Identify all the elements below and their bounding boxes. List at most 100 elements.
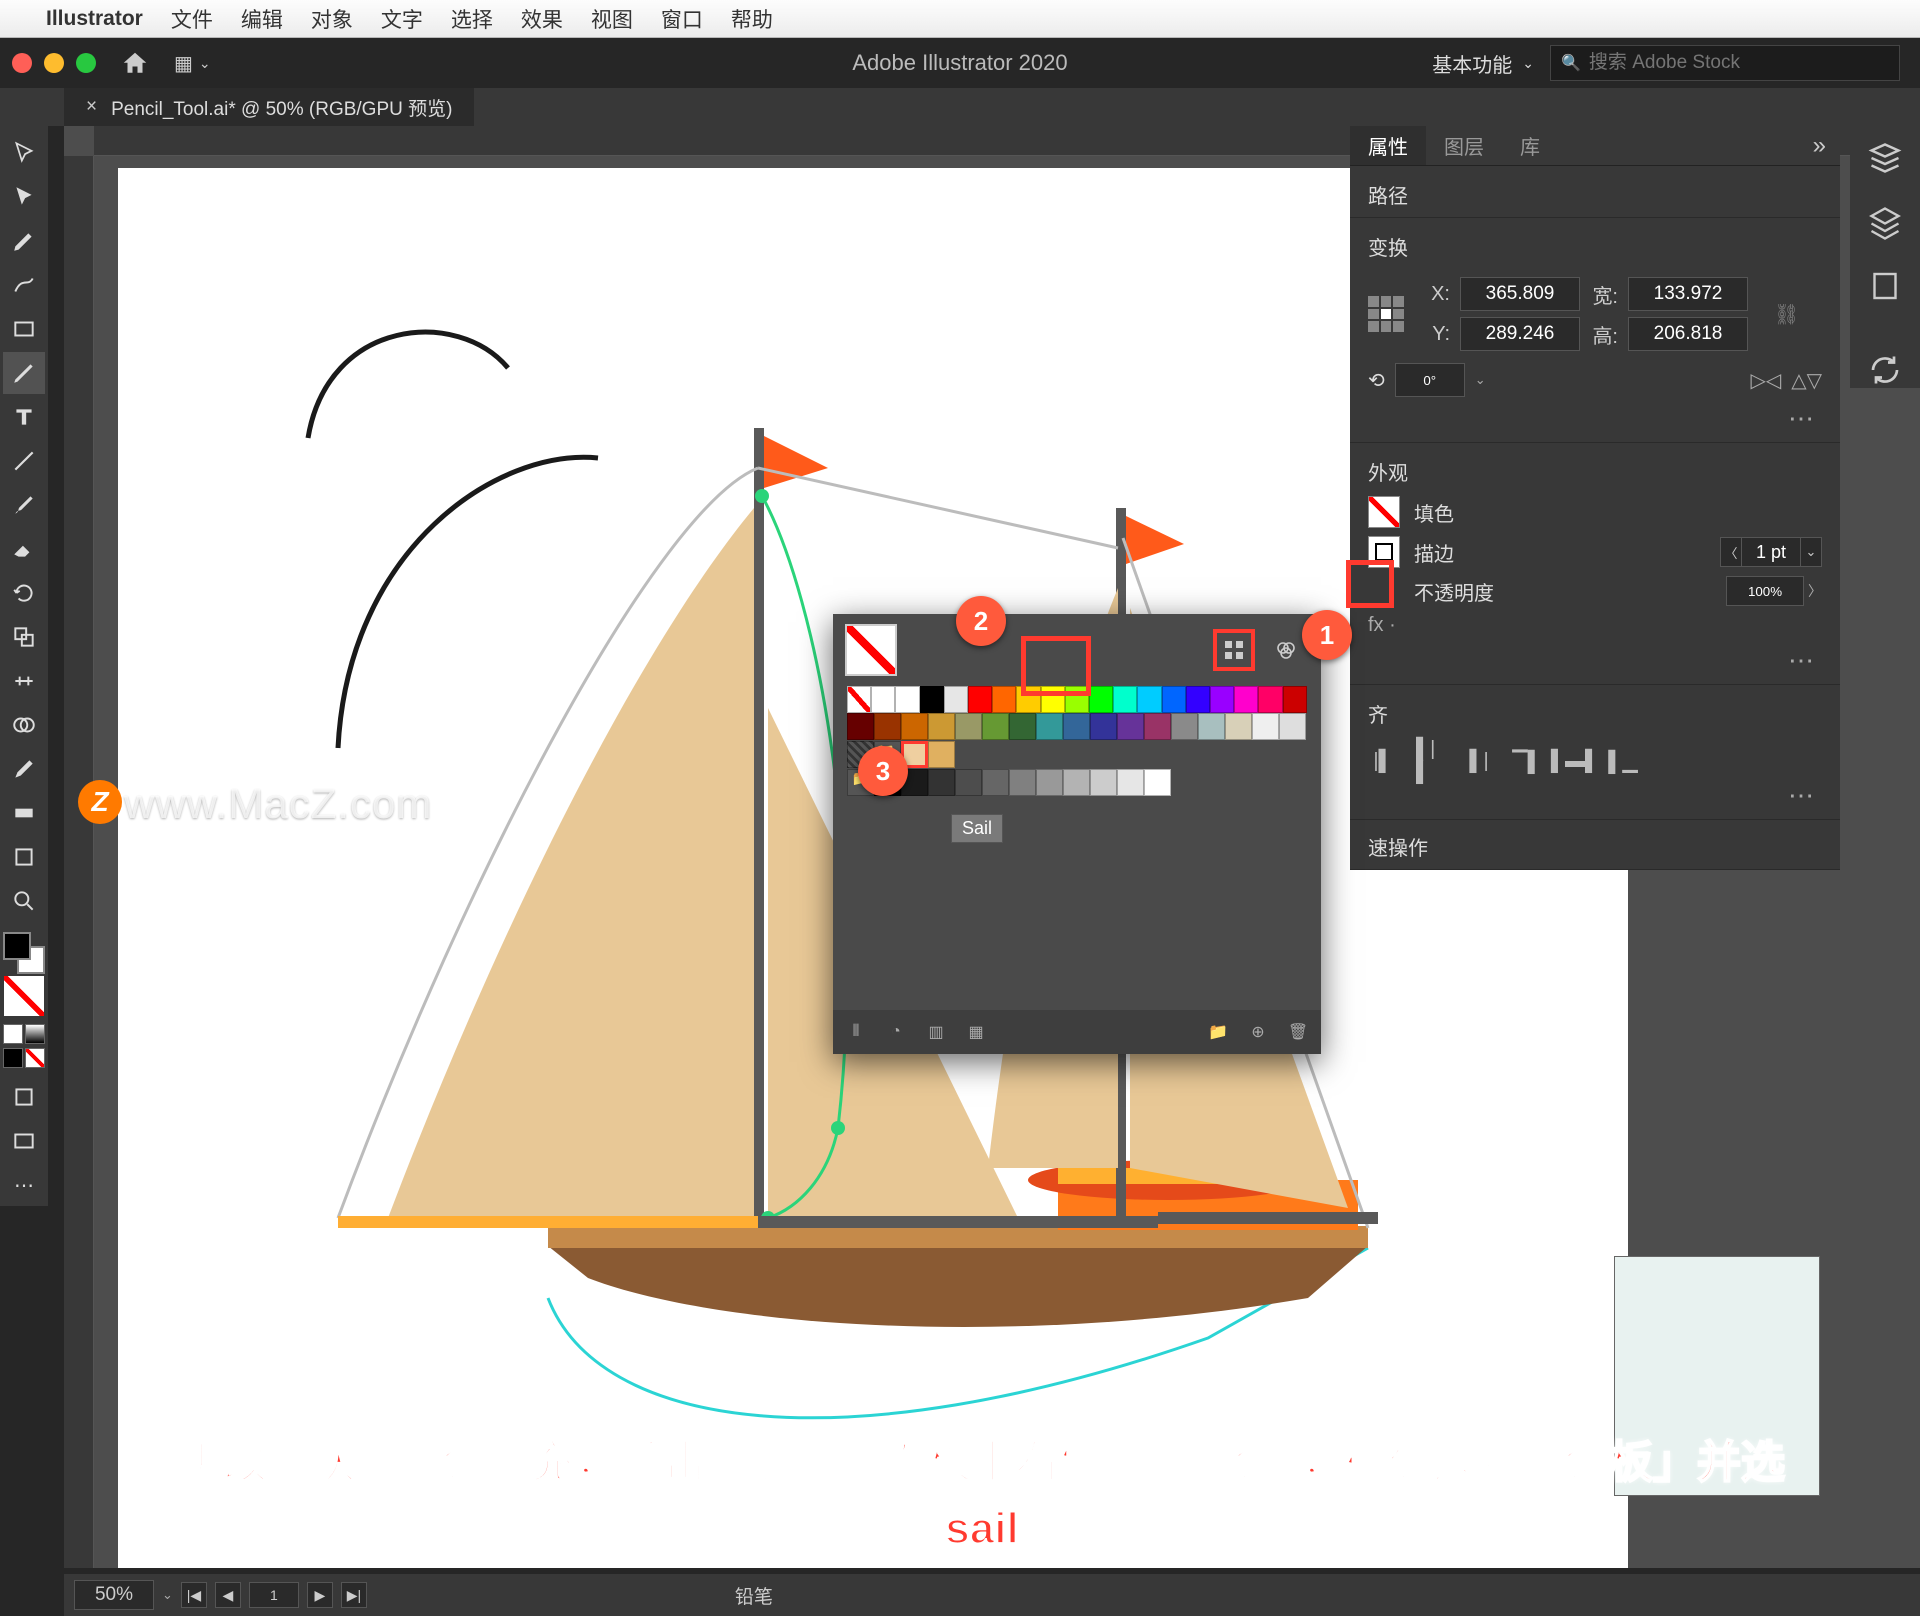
swatch[interactable]: [1009, 713, 1036, 740]
edit-toolbar-button[interactable]: ⋯: [3, 1164, 45, 1206]
workspace-dropdown[interactable]: 基本功能⌄: [1432, 49, 1534, 78]
properties-dock-icon[interactable]: [1867, 140, 1903, 176]
swatch[interactable]: [1279, 713, 1306, 740]
swatch[interactable]: [1113, 686, 1137, 713]
popover-current-fill[interactable]: [847, 626, 895, 674]
y-input[interactable]: [1460, 317, 1580, 351]
document-tab[interactable]: × Pencil_Tool.ai* @ 50% (RGB/GPU 预览): [64, 88, 474, 126]
align-vcenter-icon[interactable]: ▌▬▌: [1560, 746, 1590, 776]
flip-v-icon[interactable]: △▽: [1791, 368, 1822, 393]
swatch[interactable]: [1234, 686, 1258, 713]
arrange-documents-button[interactable]: ▦ ⌄: [174, 51, 211, 76]
swatch-libraries-icon[interactable]: ⫴: [843, 1019, 869, 1045]
gradient-tool[interactable]: [3, 792, 45, 834]
shape-builder-tool[interactable]: [3, 704, 45, 746]
layers-dock-icon[interactable]: [1867, 204, 1903, 240]
first-artboard-button[interactable]: |◀: [181, 1582, 207, 1608]
swatch-gray[interactable]: [1009, 769, 1036, 796]
transform-more-icon[interactable]: ⋯: [1368, 403, 1822, 434]
menu-effect[interactable]: 效果: [521, 4, 563, 34]
align-right-icon[interactable]: ▌|: [1464, 746, 1494, 776]
swatch-registration[interactable]: [871, 686, 895, 713]
tab-properties[interactable]: 属性: [1350, 126, 1426, 165]
home-icon[interactable]: [120, 49, 150, 77]
x-input[interactable]: [1460, 277, 1580, 311]
eyedropper-tool[interactable]: [3, 748, 45, 790]
rectangle-tool[interactable]: [3, 308, 45, 350]
artboard-tool[interactable]: [3, 836, 45, 878]
menu-help[interactable]: 帮助: [731, 4, 773, 34]
swatch[interactable]: [874, 713, 901, 740]
swatch[interactable]: [1117, 713, 1144, 740]
swatch-new-group-icon[interactable]: 📁: [1205, 1019, 1231, 1045]
swatch[interactable]: [1162, 686, 1186, 713]
swatch-gray[interactable]: [1063, 769, 1090, 796]
type-tool[interactable]: [3, 396, 45, 438]
color-mixer-button[interactable]: [1265, 629, 1307, 671]
tab-libraries[interactable]: 库: [1502, 126, 1558, 165]
menu-object[interactable]: 对象: [311, 4, 353, 34]
swatch[interactable]: [968, 686, 992, 713]
last-artboard-button[interactable]: ▶|: [341, 1582, 367, 1608]
zoom-window-button[interactable]: [76, 53, 96, 73]
flip-h-icon[interactable]: ▷◁: [1750, 368, 1781, 393]
swatch-gray[interactable]: [1090, 769, 1117, 796]
eraser-tool[interactable]: [3, 528, 45, 570]
screen-mode-button[interactable]: [3, 1120, 45, 1162]
stroke-weight-input[interactable]: 〈⌄: [1720, 537, 1822, 567]
swatch[interactable]: [1283, 686, 1307, 713]
swatch[interactable]: [1258, 686, 1282, 713]
swatch[interactable]: [1036, 713, 1063, 740]
swatch-options-icon[interactable]: ▥: [923, 1019, 949, 1045]
pen-tool[interactable]: [3, 220, 45, 262]
swatch[interactable]: [992, 686, 1016, 713]
pencil-tool[interactable]: [3, 352, 45, 394]
swatch-gray[interactable]: [1117, 769, 1144, 796]
next-artboard-button[interactable]: ▶: [307, 1582, 333, 1608]
width-tool[interactable]: [3, 660, 45, 702]
swatch[interactable]: [1137, 686, 1161, 713]
menu-edit[interactable]: 编辑: [241, 4, 283, 34]
menu-type[interactable]: 文字: [381, 4, 423, 34]
swatch[interactable]: [901, 713, 928, 740]
selection-tool[interactable]: [3, 132, 45, 174]
paintbrush-tool[interactable]: [3, 484, 45, 526]
fx-icon[interactable]: fx ·: [1368, 614, 1396, 637]
libraries-dock-icon[interactable]: [1867, 268, 1903, 304]
search-stock[interactable]: 🔍: [1550, 45, 1900, 81]
swatch-gray[interactable]: [1144, 769, 1171, 796]
tab-layers[interactable]: 图层: [1426, 126, 1502, 165]
menu-app[interactable]: Illustrator: [46, 7, 143, 31]
constrain-proportions-icon[interactable]: ⛓: [1774, 302, 1799, 327]
swatch[interactable]: [1198, 713, 1225, 740]
zoom-level[interactable]: 50%: [74, 1580, 154, 1610]
search-input[interactable]: [1589, 52, 1889, 74]
reference-point-icon[interactable]: [1368, 296, 1404, 332]
swatch[interactable]: [928, 741, 955, 768]
swatch[interactable]: [1210, 686, 1234, 713]
swatch[interactable]: [895, 686, 919, 713]
swatch-colorgroup-icon[interactable]: ▦: [963, 1019, 989, 1045]
prev-artboard-button[interactable]: ◀: [215, 1582, 241, 1608]
align-bottom-icon[interactable]: ▌▁: [1608, 746, 1638, 776]
close-tab-icon[interactable]: ×: [86, 96, 97, 118]
swatch-gray[interactable]: [1036, 769, 1063, 796]
curvature-tool[interactable]: [3, 264, 45, 306]
swatch-new-icon[interactable]: ⊕: [1245, 1019, 1271, 1045]
draw-mode-button[interactable]: [3, 1076, 45, 1118]
fill-stroke-proxy[interactable]: [3, 932, 45, 974]
menu-window[interactable]: 窗口: [661, 4, 703, 34]
fill-swatch[interactable]: [1368, 496, 1400, 528]
swatch[interactable]: [1171, 713, 1198, 740]
menu-select[interactable]: 选择: [451, 4, 493, 34]
sync-dock-icon[interactable]: [1867, 352, 1903, 388]
minimize-window-button[interactable]: [44, 53, 64, 73]
scale-tool[interactable]: [3, 616, 45, 658]
rotate-tool[interactable]: [3, 572, 45, 614]
swatches-view-button[interactable]: [1213, 629, 1255, 671]
swatch[interactable]: [1144, 713, 1171, 740]
fill-none-indicator[interactable]: [4, 976, 44, 1016]
collapse-panel-icon[interactable]: »: [1799, 132, 1840, 160]
swatch-gray[interactable]: [928, 769, 955, 796]
swatch[interactable]: [847, 713, 874, 740]
